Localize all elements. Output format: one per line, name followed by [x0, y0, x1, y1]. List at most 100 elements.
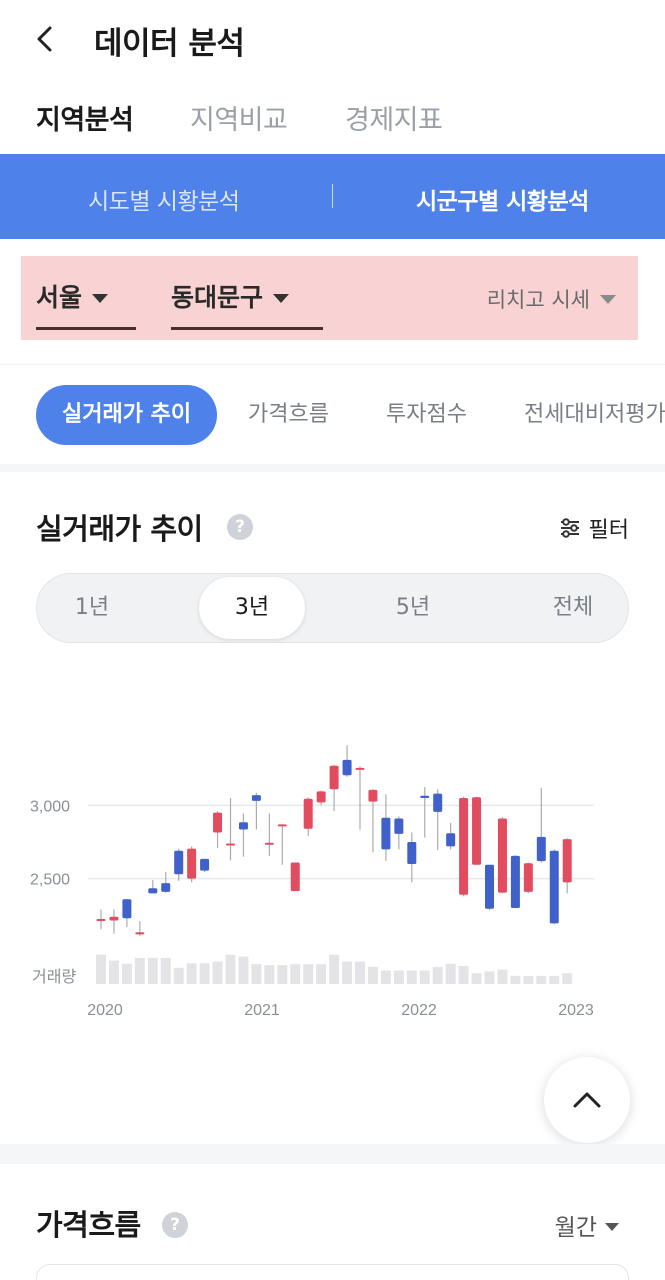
price-type-dropdown[interactable]: 리치고 시세 — [487, 284, 616, 314]
volume-bar — [497, 969, 508, 984]
price-flow-card — [36, 1264, 629, 1280]
volume-bar — [251, 964, 262, 984]
caret-down-icon — [273, 294, 290, 303]
back-arrow-icon[interactable] — [30, 22, 64, 56]
volume-bar — [510, 975, 521, 984]
candle-body — [96, 919, 106, 921]
page-title: 데이터 분석 — [94, 26, 245, 62]
filter-label: 필터 — [588, 518, 629, 543]
caret-down-icon — [605, 1222, 619, 1231]
candle-body — [446, 833, 456, 847]
candle-body — [485, 864, 494, 909]
tab-sido-market-analysis[interactable]: 시도별 시황분석 — [88, 182, 240, 216]
volume-bar — [549, 975, 560, 984]
volume-bar — [380, 970, 391, 984]
candle-body — [562, 839, 572, 883]
period-5y[interactable]: 5년 — [360, 574, 466, 642]
caret-down-icon — [92, 294, 109, 303]
tab-region-compare[interactable]: 지역비교 — [190, 98, 288, 137]
candle-body — [381, 817, 391, 850]
volume-bar — [108, 960, 119, 984]
volume-bar — [134, 957, 145, 984]
candle-body — [200, 858, 210, 871]
city-label: 서울 — [36, 283, 83, 312]
candle-body — [355, 767, 365, 770]
volume-bar — [316, 964, 327, 984]
candle-body — [368, 789, 378, 802]
period-1y[interactable]: 1년 — [37, 574, 147, 642]
volume-bar — [160, 957, 171, 984]
candlestick-chart: 3,000 2,500 거래량 2020 2021 2022 2023 — [30, 745, 594, 1019]
volume-bar — [277, 965, 288, 984]
district-underline — [171, 327, 323, 330]
volume-bar — [329, 954, 340, 984]
district-label: 동대문구 — [171, 283, 264, 312]
volume-bar — [238, 956, 249, 984]
volume-bar — [445, 963, 456, 984]
help-icon[interactable]: ? — [227, 514, 253, 540]
volume-bar — [121, 963, 132, 984]
volume-bar — [562, 973, 573, 984]
y-tick-label: 2,500 — [30, 872, 70, 889]
candle-body — [510, 855, 520, 908]
candle-body — [420, 795, 430, 798]
price-type-label: 리치고 시세 — [486, 288, 590, 312]
candle-body — [226, 843, 235, 846]
volume-bar — [186, 963, 197, 984]
candle-body — [238, 822, 248, 830]
chip-price-flow[interactable]: 가격흐름 — [248, 385, 329, 445]
volume-bar — [96, 954, 106, 984]
tab-region-analysis[interactable]: 지역분석 — [36, 98, 134, 137]
section-gap — [0, 1144, 665, 1164]
chip-investment-score[interactable]: 투자점수 — [386, 385, 467, 445]
candle-body — [433, 793, 443, 812]
volume-bar — [355, 961, 365, 984]
volume-bar — [393, 970, 404, 984]
volume-bar — [419, 970, 430, 984]
main-tabs: 지역분석 지역비교 경제지표 — [0, 92, 665, 150]
price-period-dropdown[interactable]: 월간 — [555, 1208, 619, 1242]
tab-economic-indicators[interactable]: 경제지표 — [345, 98, 443, 137]
volume-bar — [484, 971, 495, 984]
period-all[interactable]: 전체 — [520, 574, 626, 642]
candle-body — [316, 791, 326, 803]
candle-body — [135, 932, 145, 935]
x-tick-label: 2023 — [558, 1002, 594, 1019]
volume-bar — [406, 970, 417, 984]
volume-bar — [303, 964, 314, 984]
city-underline — [36, 327, 136, 330]
candle-body — [277, 824, 287, 827]
y-tick-label: 3,000 — [30, 798, 70, 815]
volume-bar — [367, 966, 378, 984]
volume-bar — [199, 963, 210, 984]
period-3y[interactable]: 3년 — [199, 577, 305, 639]
period-segmented-control: 1년 3년 5년 전체 — [36, 573, 629, 643]
candle-body — [536, 836, 546, 862]
candle-body — [394, 818, 404, 834]
chevron-up-icon — [573, 1092, 601, 1108]
help-icon[interactable]: ? — [162, 1212, 188, 1238]
filter-button[interactable]: 필터 — [559, 512, 629, 544]
region-selector-bar: 서울 동대문구 리치고 시세 — [21, 256, 638, 340]
x-tick-label: 2022 — [401, 1002, 437, 1019]
tab-sigungu-market-analysis[interactable]: 시군구별 시황분석 — [416, 182, 589, 216]
volume-bar — [523, 975, 534, 984]
candle-body — [187, 848, 197, 879]
candle-body — [174, 850, 184, 875]
volume-bar — [536, 975, 547, 984]
volume-bar — [290, 964, 301, 984]
candle-body — [213, 812, 223, 833]
chip-actual-price-trend[interactable]: 실거래가 추이 — [36, 385, 218, 445]
candle-body — [109, 916, 119, 921]
district-dropdown[interactable]: 동대문구 — [171, 278, 323, 330]
volume-bar — [432, 966, 443, 984]
city-dropdown[interactable]: 서울 — [36, 278, 136, 330]
candle-body — [497, 818, 507, 893]
candle-body — [264, 842, 274, 845]
candle-body — [161, 883, 171, 892]
volume-bar — [264, 965, 275, 984]
scroll-to-top-button[interactable] — [544, 1057, 630, 1143]
volume-bar — [147, 957, 158, 984]
volume-bar — [173, 967, 184, 984]
chip-jeonse-undervalued[interactable]: 전세대비저평가 — [524, 385, 665, 445]
